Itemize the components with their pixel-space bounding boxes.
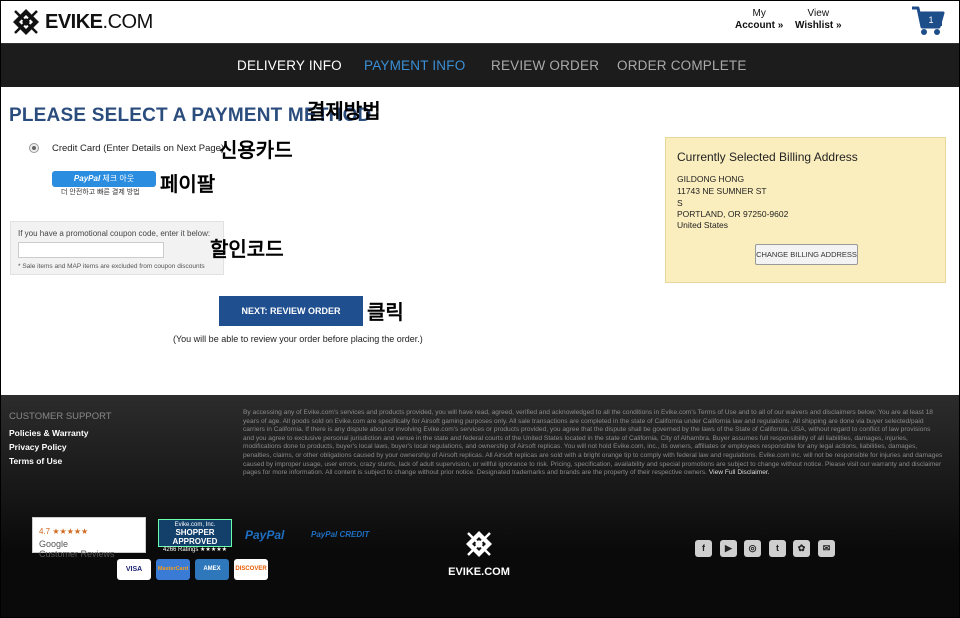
instagram-icon[interactable]: ◎ [744, 540, 761, 557]
paypal-brand: PayPal [73, 174, 101, 183]
email-icon[interactable]: ✉ [818, 540, 835, 557]
shopper-approved: SHOPPER APPROVED [172, 528, 218, 546]
chevron-right-icon: » [836, 20, 842, 31]
chevron-right-icon: » [777, 20, 784, 31]
billing-name: GILDONG HONG [677, 174, 745, 184]
billing-title: Currently Selected Billing Address [677, 150, 858, 164]
paypal-credit-logo: PayPal CREDIT [311, 530, 370, 539]
evike-logo[interactable]: EVIKE.COM [11, 7, 153, 37]
step-order-complete: ORDER COMPLETE [617, 58, 747, 73]
paypal-subtext: 더 안전하고 빠른 결제 방법 [61, 189, 140, 196]
change-billing-address-button[interactable]: CHANGE BILLING ADDRESS [755, 244, 858, 265]
twitter-icon[interactable]: t [769, 540, 786, 557]
terms-of-use-link[interactable]: Terms of Use [9, 456, 62, 466]
step-delivery-info[interactable]: DELIVERY INFO [237, 58, 342, 73]
view-wishlist-link[interactable]: View Wishlist » [795, 8, 842, 32]
google-rating: 4.7 ★★★★★ [39, 527, 89, 536]
mastercard-icon: MasterCard [156, 559, 190, 580]
page: EVIKE.COM My Account » View Wishlist » 1… [1, 1, 959, 617]
annotation-paypal: 페이팔 [160, 172, 216, 196]
google-sub: Customer Reviews [39, 549, 115, 559]
wishlist-label-top: View [807, 8, 830, 19]
step-review-order: REVIEW ORDER [491, 58, 600, 73]
youtube-icon[interactable]: ▶ [720, 540, 737, 557]
shopping-cart-icon[interactable]: 1 [911, 5, 945, 37]
paypal-checkout-button[interactable]: PayPal 체크 아웃 [52, 171, 156, 187]
billing-address-box: Currently Selected Billing Address GILDO… [665, 137, 946, 283]
visa-card-icon: VISA [117, 559, 151, 580]
cart-count: 1 [928, 15, 933, 25]
facebook-icon[interactable]: f [695, 540, 712, 557]
paypal-button-text: 체크 아웃 [102, 174, 135, 183]
review-note: (You will be able to review your order b… [173, 334, 423, 344]
annotation-payment-method: 결제방법 [307, 99, 381, 123]
coupon-note: * Sale items and MAP items are excluded … [18, 263, 205, 270]
step-payment-info: PAYMENT INFO [364, 58, 466, 73]
credit-card-radio[interactable] [29, 143, 39, 153]
discover-card-icon: DISCOVER [234, 559, 268, 580]
account-label: Account [735, 20, 775, 31]
view-disclaimer-link[interactable]: View Full Disclaimer. [709, 469, 770, 476]
credit-card-label[interactable]: Credit Card (Enter Details on Next Page) [52, 143, 224, 154]
next-review-order-button[interactable]: NEXT: REVIEW ORDER [219, 296, 363, 326]
paypal-logo: PayPal [245, 528, 285, 542]
coupon-label: If you have a promotional coupon code, e… [18, 229, 211, 238]
site-footer: CUSTOMER SUPPORT Policies & Warranty Pri… [1, 395, 959, 617]
amex-card-icon: AMEX [195, 559, 229, 580]
policies-warranty-link[interactable]: Policies & Warranty [9, 428, 89, 438]
legal-disclaimer: By accessing any of Evike.com's services… [243, 409, 943, 478]
shopper-approved-badge[interactable]: Evike.com, Inc. SHOPPER APPROVED 4266 Ra… [158, 519, 232, 553]
google-name: Google [39, 539, 69, 549]
google-reviews-badge[interactable]: 4.7 ★★★★★ Google Customer Reviews [32, 517, 146, 559]
footer-logo-text: EVIKE.COM [448, 566, 510, 578]
evike-shield-icon [466, 531, 492, 557]
billing-city: PORTLAND, OR 97250-9602 [677, 209, 789, 219]
billing-line2: S [677, 198, 683, 208]
logo-text: EVIKE.COM [45, 10, 153, 33]
privacy-policy-link[interactable]: Privacy Policy [9, 442, 67, 452]
legal-text: By accessing any of Evike.com's services… [243, 409, 943, 477]
coupon-box: If you have a promotional coupon code, e… [10, 221, 224, 275]
footer-evike-logo: EVIKE.COM [447, 529, 511, 578]
snapchat-icon[interactable]: ✿ [793, 540, 810, 557]
billing-street: 11743 NE SUMNER ST [677, 186, 767, 196]
account-label-top: My [752, 8, 766, 19]
payment-section: PLEASE SELECT A PAYMENT METHOD 결제방법 Cred… [1, 87, 959, 395]
annotation-credit-card: 신용카드 [219, 138, 293, 162]
annotation-click: 클릭 [367, 300, 404, 324]
customer-support-title: CUSTOMER SUPPORT [9, 411, 112, 422]
shopper-ratings: 4266 Ratings ★★★★★ [163, 547, 227, 553]
evike-shield-icon [13, 9, 39, 35]
checkout-steps: DELIVERY INFO PAYMENT INFO REVIEW ORDER … [1, 43, 959, 87]
annotation-coupon: 할인코드 [210, 237, 284, 261]
site-header: EVIKE.COM My Account » View Wishlist » 1 [1, 1, 959, 43]
coupon-code-input[interactable] [18, 242, 164, 258]
billing-country: United States [677, 220, 729, 230]
my-account-link[interactable]: My Account » [735, 8, 783, 32]
wishlist-label: Wishlist [795, 20, 834, 31]
